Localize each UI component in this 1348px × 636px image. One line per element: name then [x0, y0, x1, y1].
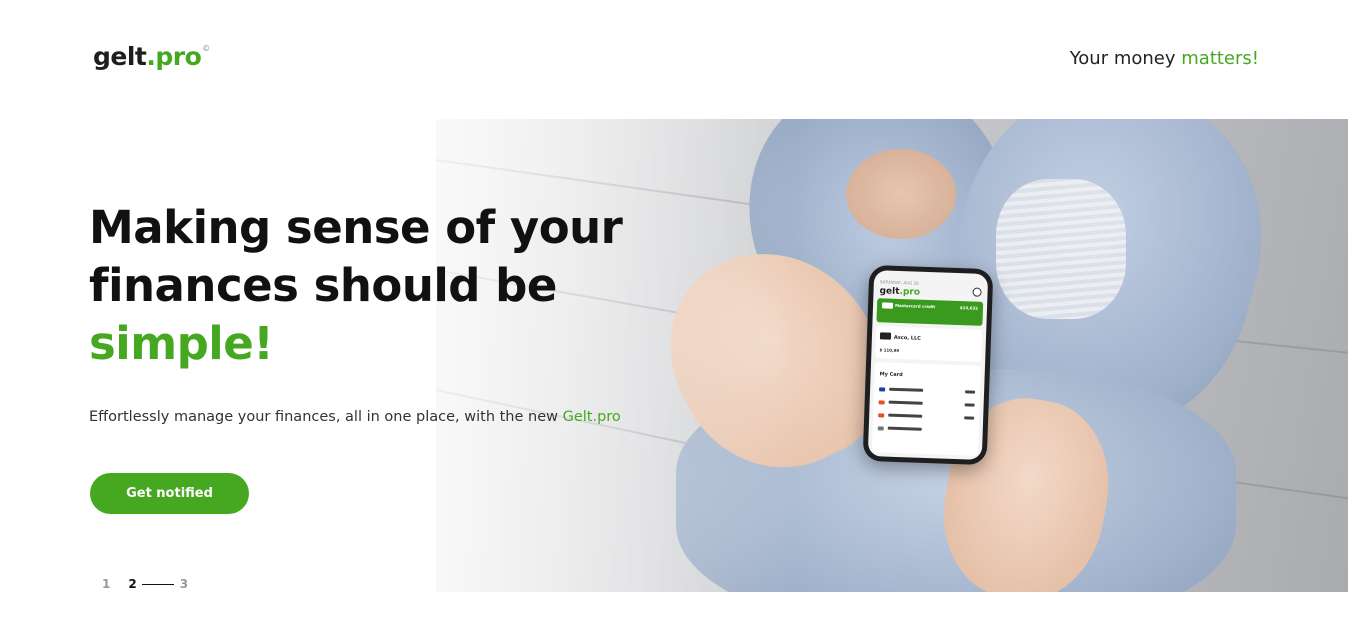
hero-subtext: Effortlessly manage your finances, all i…: [89, 409, 621, 425]
phone-logo-gelt: gelt: [879, 286, 900, 297]
header-tagline: Your money matters!: [1070, 48, 1259, 69]
tagline-prefix: Your money: [1069, 48, 1182, 69]
phone-card1-name: Mastercard credit: [894, 302, 936, 310]
registered-mark: ©: [202, 44, 211, 53]
subtext-brand: Gelt.pro: [562, 409, 621, 425]
phone-card2-amount: $ 110,99: [879, 347, 900, 353]
list-item: [879, 387, 976, 394]
headline-line-2: finances should be: [89, 259, 557, 312]
subtext-prefix: Effortlessly manage your finances, all i…: [89, 409, 563, 425]
tagline-accent: matters!: [1181, 48, 1259, 69]
phone-card-secondary: Asco, LLC $ 110,99: [875, 326, 983, 362]
phone-card2-name: Asco, LLC: [893, 334, 921, 342]
list-item: [877, 426, 974, 433]
slide-pager: 1 2 3: [102, 577, 188, 591]
headline-accent: simple!: [89, 317, 274, 370]
phone-screen: SATURDAY, AUG 26 gelt.pro Mastercard cre…: [867, 270, 989, 460]
list-item: [878, 413, 975, 420]
card-chip-icon: [881, 302, 894, 309]
phone-card-list: My Card: [871, 362, 982, 456]
logo-text-gelt: gelt: [93, 42, 147, 71]
logo-text-pro: .pro: [146, 42, 202, 71]
phone-date: SATURDAY, AUG 26: [879, 279, 919, 286]
list-item: [878, 400, 975, 407]
avatar: [972, 287, 982, 297]
pager-item-2[interactable]: 2: [128, 577, 136, 591]
phone-card1-value: $10,632: [959, 305, 979, 311]
phone-card-primary: Mastercard credit $10,632: [876, 298, 984, 326]
get-notified-button[interactable]: Get notified: [90, 473, 249, 514]
phone-logo-pro: .pro: [899, 286, 921, 298]
phone-list-title: My Card: [879, 371, 903, 379]
headline-line-1: Making sense of your: [89, 201, 623, 254]
gelt-pro-logo[interactable]: gelt.pro ©: [93, 42, 210, 72]
phone-app-logo: gelt.pro: [879, 286, 920, 297]
card-chip-icon: [879, 332, 892, 340]
pager-item-1[interactable]: 1: [102, 577, 110, 591]
hero-headline: Making sense of your finances should be …: [89, 199, 623, 373]
pager-item-3[interactable]: 3: [180, 577, 188, 591]
pager-active-bar: [141, 583, 174, 585]
smartphone-mockup: SATURDAY, AUG 26 gelt.pro Mastercard cre…: [862, 264, 994, 466]
